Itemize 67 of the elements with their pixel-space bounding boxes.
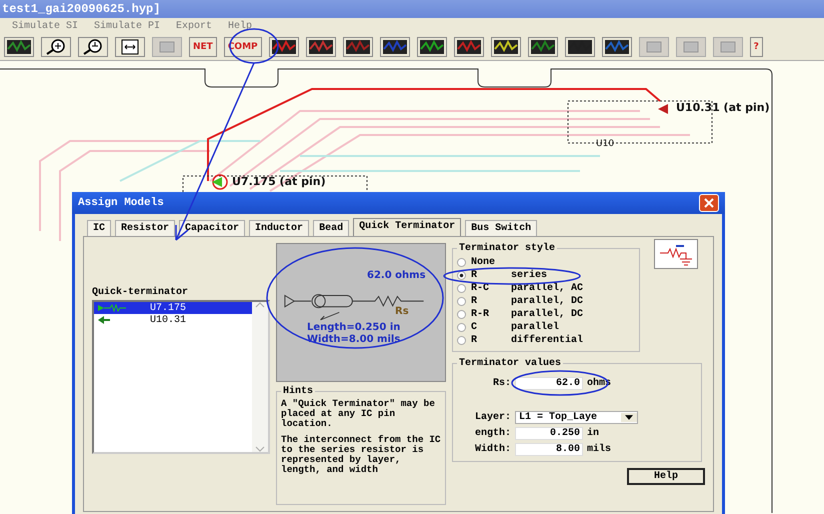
radio-button[interactable] xyxy=(457,258,466,267)
pin-marker-icon xyxy=(212,174,228,190)
terminator-icon xyxy=(654,239,698,269)
input-field[interactable]: 8.00 xyxy=(515,442,583,456)
list-item[interactable]: U7.175 xyxy=(94,302,252,314)
field-label: Layer: xyxy=(474,412,511,422)
list-label: Quick-terminator xyxy=(92,287,190,298)
input-field[interactable]: 0.250 xyxy=(515,426,583,440)
radio-option[interactable]: R-R parallel, DC xyxy=(457,308,635,321)
menu-item[interactable]: Help xyxy=(228,20,252,32)
unit-label: in xyxy=(587,428,600,438)
radio-button[interactable] xyxy=(457,284,466,293)
radio-option[interactable]: None xyxy=(457,256,635,269)
layer-dropdown[interactable]: L1 = Top_Laye xyxy=(515,410,638,424)
fit-view-icon[interactable] xyxy=(115,37,145,57)
resistor-label: Rs xyxy=(395,306,409,317)
toolbar-button[interactable]: NET xyxy=(189,37,217,57)
tab[interactable]: Bus Switch xyxy=(465,220,538,236)
field-label: Width: xyxy=(474,444,511,454)
group-title: Terminator style xyxy=(458,243,556,254)
radio-option[interactable]: R-C parallel, AC xyxy=(457,282,635,295)
resistance-label: 62.0 ohms xyxy=(367,270,426,281)
close-icon[interactable] xyxy=(704,198,714,208)
window-title: test1_gai20090625.hyp] xyxy=(2,2,160,16)
menu-item[interactable]: Simulate SI xyxy=(12,20,78,32)
length-label: Length=0.250 in xyxy=(307,322,400,333)
list-item[interactable]: U10.31 xyxy=(94,314,252,326)
group-title: Terminator values xyxy=(458,358,562,369)
field-label: ength: xyxy=(474,428,511,438)
zoom-in-icon[interactable] xyxy=(41,37,71,57)
input-field[interactable]: 62.0 xyxy=(515,376,583,390)
close-button[interactable] xyxy=(699,194,719,212)
field-label: Rs: xyxy=(492,378,511,388)
radio-button[interactable] xyxy=(457,310,466,319)
radio-button[interactable] xyxy=(457,323,466,332)
help-button[interactable]: Help xyxy=(627,468,705,485)
pin-label: U7.175 (at pin) xyxy=(232,175,326,188)
annotation-ellipse xyxy=(229,28,279,64)
unit-label: mils xyxy=(587,444,612,454)
tab[interactable]: Quick Terminator xyxy=(353,218,462,236)
radio-option[interactable]: R differential xyxy=(457,334,635,347)
zoom-out-icon[interactable] xyxy=(78,37,108,57)
terminator-icon xyxy=(98,304,128,312)
radio-option[interactable]: R series xyxy=(457,269,635,282)
radio-button[interactable] xyxy=(457,336,466,345)
pin-label: U10 xyxy=(596,139,614,149)
tab[interactable]: Bead xyxy=(313,220,350,236)
tab[interactable]: Resistor xyxy=(115,220,176,236)
radio-button[interactable] xyxy=(457,297,466,306)
menu-item[interactable]: Export xyxy=(176,20,212,32)
tab[interactable]: Capacitor xyxy=(179,220,246,236)
tab[interactable]: IC xyxy=(87,220,112,236)
dialog-title: Assign Models xyxy=(78,197,164,209)
hint-text: A "Quick Terminator" may be placed at any IC pin location. xyxy=(281,399,436,429)
pin-label: U10.31 (at pin) xyxy=(676,101,770,114)
pin-marker-icon xyxy=(658,104,668,114)
toolbar-button[interactable]: ? xyxy=(750,37,763,57)
width-label: Width=8.00 mils xyxy=(307,334,400,345)
tab[interactable]: Inductor xyxy=(249,220,310,236)
dropdown-caret-icon[interactable] xyxy=(621,412,637,422)
menu-item[interactable]: Simulate PI xyxy=(94,20,160,32)
radio-option[interactable]: R parallel, DC xyxy=(457,295,635,308)
pin-arrow-icon xyxy=(98,316,110,324)
group-title: Hints xyxy=(282,386,314,397)
hint-text: The interconnect from the IC to the series resistor is represented by layer, length, and width xyxy=(281,435,441,475)
radio-button[interactable] xyxy=(457,271,466,280)
radio-option[interactable]: C parallel xyxy=(457,321,635,334)
